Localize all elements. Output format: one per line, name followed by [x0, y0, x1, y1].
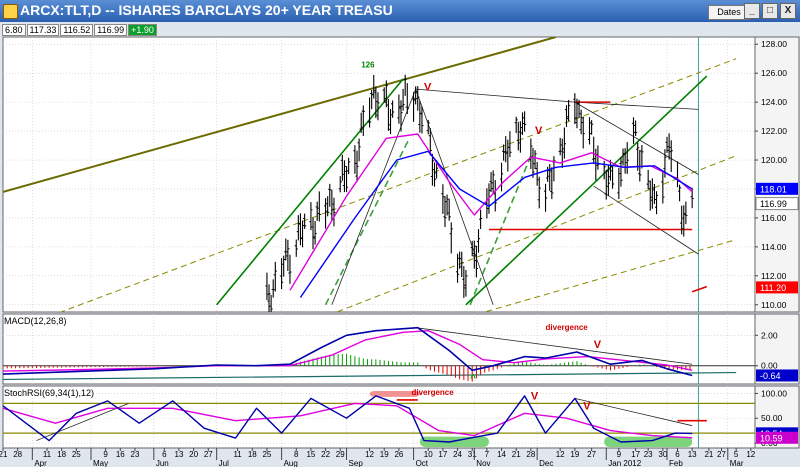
- price-ytick-label: 128.00: [761, 39, 787, 49]
- x-day-label: 12: [556, 450, 565, 459]
- divergence-label: divergence: [411, 388, 454, 397]
- price-ytick-label: 122.00: [761, 126, 787, 136]
- x-day-label: 16: [116, 450, 125, 459]
- price-ytick-label: 124.00: [761, 97, 787, 107]
- divergence-label: divergence: [546, 323, 589, 332]
- x-day-label: 18: [248, 450, 257, 459]
- x-month-label: Oct: [416, 459, 429, 467]
- x-day-label: 23: [131, 450, 140, 459]
- chart-window: ARCX:TLT,D -- ISHARES BARCLAYS 20+ YEAR …: [0, 0, 800, 467]
- x-day-label: 25: [262, 450, 271, 459]
- x-day-label: 6: [162, 450, 167, 459]
- x-month-label: May: [93, 459, 108, 467]
- x-day-label: 31: [468, 450, 477, 459]
- price-ytick-label: 120.00: [761, 155, 787, 165]
- v-mark-label: V: [594, 339, 602, 351]
- stoch-value-flag-label: 10.59: [760, 433, 783, 443]
- x-day-label: 14: [497, 450, 506, 459]
- x-day-label: 6: [675, 450, 680, 459]
- x-day-label: 20: [189, 450, 198, 459]
- stoch-ytick-label: 50.00: [761, 413, 783, 423]
- x-day-label: 12: [365, 450, 374, 459]
- x-day-label: 12: [746, 450, 755, 459]
- v-mark-label: V: [424, 82, 432, 94]
- price-ytick-label: 110.00: [761, 300, 787, 310]
- price-value-flag-label: 118.01: [760, 184, 787, 194]
- price-value-flag-label: 116.99: [760, 199, 787, 209]
- price-panel-bg: [2, 36, 756, 313]
- x-day-label: 9: [103, 450, 108, 459]
- v-mark-label: V: [531, 390, 539, 402]
- x-month-label: Jan 2012: [608, 459, 641, 467]
- x-month-label: Sep: [349, 459, 364, 467]
- x-month-label: Feb: [669, 459, 683, 467]
- stoch-ytick-label: 100.00: [761, 388, 787, 398]
- x-month-label: Apr: [34, 459, 47, 467]
- x-day-label: 27: [587, 450, 596, 459]
- price-value-flag-label: 111.20: [760, 283, 786, 293]
- x-day-label: 26: [394, 450, 403, 459]
- x-day-label: 7: [485, 450, 490, 459]
- macd-ytick-label: 2.00: [761, 330, 778, 340]
- price-ytick-label: 114.00: [761, 242, 787, 252]
- price-chart[interactable]: 128.00126.00124.00122.00120.00118.00116.…: [0, 0, 800, 467]
- x-day-label: 13: [688, 450, 697, 459]
- price-ytick-label: 126.00: [761, 68, 787, 78]
- v-mark-label: V: [535, 125, 543, 137]
- x-month-label: Jul: [219, 459, 229, 467]
- macd-title: MACD(12,26,8): [4, 316, 67, 326]
- x-day-label: 13: [175, 450, 184, 459]
- x-day-label: 25: [72, 450, 81, 459]
- x-day-label: 22: [321, 450, 330, 459]
- x-day-label: 24: [453, 450, 462, 459]
- x-day-label: 5: [734, 450, 739, 459]
- x-day-label: 29: [336, 450, 345, 459]
- x-day-label: 21: [0, 450, 8, 459]
- stoch-highlight-green: [419, 436, 489, 448]
- x-month-label: Aug: [284, 459, 298, 467]
- x-month-label: Dec: [539, 459, 553, 467]
- price-ytick-label: 116.00: [761, 213, 787, 223]
- v-mark-label: V: [583, 400, 591, 412]
- x-day-label: 17: [631, 450, 640, 459]
- x-day-label: 18: [57, 450, 66, 459]
- x-day-label: 10: [424, 450, 433, 459]
- x-month-label: Mar: [730, 459, 744, 467]
- x-day-label: 21: [704, 450, 713, 459]
- x-month-label: Jun: [156, 459, 169, 467]
- x-month-label: Nov: [476, 459, 490, 467]
- x-day-label: 21: [512, 450, 521, 459]
- x-day-label: 15: [306, 450, 315, 459]
- price-ytick-label: 112.00: [761, 271, 787, 281]
- x-day-label: 19: [570, 450, 579, 459]
- x-day-label: 11: [43, 450, 52, 459]
- stoch-title: StochRSI(69,34(1),12): [4, 388, 94, 398]
- x-day-label: 28: [13, 450, 22, 459]
- x-day-label: 28: [526, 450, 535, 459]
- x-day-label: 17: [438, 450, 447, 459]
- x-day-label: 9: [617, 450, 622, 459]
- stoch-highlight-green: [604, 436, 693, 448]
- x-day-label: 30: [658, 450, 667, 459]
- x-day-label: 27: [717, 450, 726, 459]
- macd-ytick-label: 0.00: [761, 361, 778, 371]
- x-day-label: 11: [233, 450, 242, 459]
- x-day-label: 8: [294, 450, 299, 459]
- x-day-label: 27: [204, 450, 213, 459]
- wave-count-label: 126: [361, 60, 375, 69]
- x-day-label: 23: [644, 450, 653, 459]
- caret-mark-label: ^: [470, 373, 476, 384]
- macd-value-flag-label: -0.64: [760, 371, 781, 381]
- x-day-label: 19: [380, 450, 389, 459]
